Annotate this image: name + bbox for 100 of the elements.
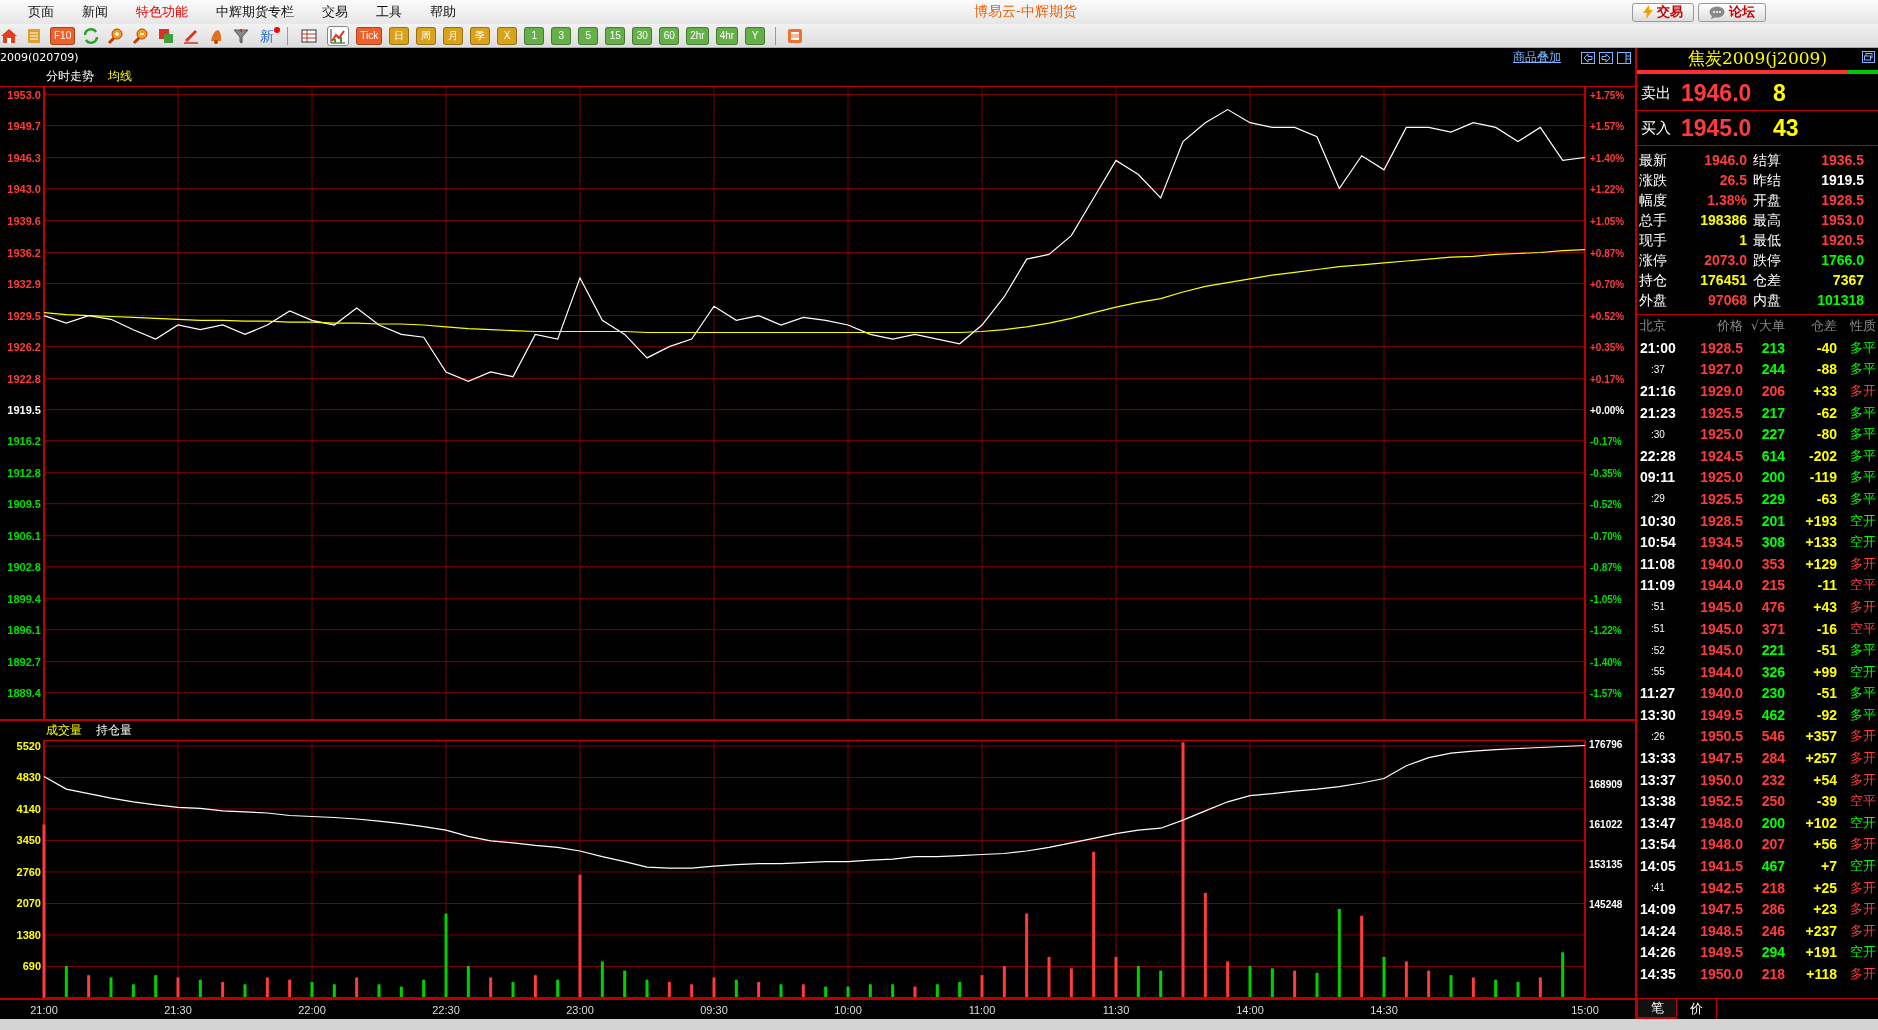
trade-time: 13:38 (1639, 793, 1677, 810)
time-label: 23:00 (566, 1004, 594, 1017)
period-button[interactable]: X (497, 26, 518, 45)
trade-time: 21:00 (1639, 339, 1677, 356)
axis-label: +1.22% (1590, 183, 1625, 195)
trade-volume: 206 (1760, 383, 1785, 399)
home-icon[interactable] (0, 26, 18, 45)
period-button[interactable]: 季 (470, 26, 491, 45)
trade-price: 1947.5 (1699, 901, 1743, 918)
trade-price: 1940.0 (1699, 685, 1743, 702)
volume-bar (87, 975, 91, 999)
volume-bar (980, 975, 984, 999)
axis-label: 2070 (16, 897, 41, 910)
trade-type: 多开 (1849, 921, 1876, 940)
position-change: +129 (1804, 555, 1837, 572)
trade-time: :30 (1650, 428, 1666, 440)
table-icon (300, 26, 319, 45)
period-button[interactable]: 4hr (715, 26, 739, 45)
trade-volume: 230 (1760, 685, 1785, 702)
volume-bar (1270, 968, 1274, 999)
period-button[interactable]: Tick (356, 26, 383, 45)
menu-item[interactable]: 工具 (362, 3, 416, 21)
volume-bar (221, 982, 225, 999)
axis-label: -0.35% (1590, 467, 1622, 479)
trade-time: 14:35 (1639, 966, 1677, 982)
lightning-icon (1643, 5, 1653, 19)
axis-label: -0.17% (1590, 435, 1622, 447)
axis-label: 1889.4 (7, 686, 41, 699)
header-button[interactable]: 交易 (1632, 2, 1694, 22)
volume-bar (310, 982, 314, 999)
position-change: -88 (1815, 361, 1837, 378)
stat-value: 1936.5 (1820, 151, 1865, 170)
stat-label: 仓差 (1753, 271, 1782, 290)
chat-icon (1709, 5, 1725, 19)
axis-label: 1926.2 (7, 340, 41, 353)
period-button[interactable]: 1 (524, 26, 545, 45)
period-button[interactable]: 30 (632, 26, 653, 45)
period-button[interactable]: 5 (578, 26, 599, 45)
trade-price: 1925.0 (1699, 469, 1743, 486)
panel-tab[interactable]: 笔 (1637, 999, 1677, 1019)
stat-value: 1 (1738, 231, 1748, 250)
right-arrow-icon[interactable] (1599, 52, 1613, 64)
menu-item[interactable]: 交易 (308, 3, 362, 21)
volume-bar (399, 986, 403, 999)
period-button[interactable]: Y (745, 26, 766, 45)
left-arrow-icon[interactable] (1581, 52, 1595, 64)
volume-bar (913, 986, 917, 999)
period-button[interactable]: 周 (416, 26, 437, 45)
menu-item[interactable]: 页面 (14, 3, 68, 21)
stat-value: 26.5 (1718, 171, 1748, 190)
trade-type: 空平 (1849, 619, 1876, 638)
menu-item[interactable]: 新闻 (68, 3, 122, 21)
period-button[interactable]: 60 (659, 26, 680, 45)
trade-volume: 215 (1760, 577, 1785, 594)
trade-time: 14:05 (1639, 858, 1677, 875)
trade-volume: 614 (1760, 447, 1785, 464)
trade-type: 多平 (1849, 468, 1876, 487)
window-icon[interactable] (786, 26, 805, 45)
position-change: -11 (1816, 577, 1837, 594)
period-button[interactable]: 日 (389, 26, 410, 45)
position-change: -51 (1815, 642, 1837, 659)
menu-item[interactable]: 特色功能 (122, 3, 202, 21)
trade-price: 1934.5 (1699, 534, 1743, 551)
view-button[interactable] (327, 25, 350, 46)
filter-icon[interactable] (232, 26, 251, 45)
zoom-in-icon[interactable] (107, 26, 126, 45)
zoom-out-icon[interactable] (132, 26, 151, 45)
axis-label: 690 (22, 960, 41, 973)
trade-volume: 218 (1760, 879, 1785, 896)
trade-time: 21:16 (1639, 383, 1677, 399)
stat-value: 101318 (1816, 291, 1865, 310)
menu-item[interactable]: 帮助 (416, 3, 470, 21)
windows-icon[interactable] (157, 26, 176, 45)
trade-volume: 284 (1760, 750, 1785, 767)
volume-bar (131, 984, 135, 999)
column-header: 价格 (1716, 317, 1743, 335)
trade-price: 1944.0 (1699, 663, 1743, 680)
period-button[interactable]: 2hr (686, 26, 709, 45)
stat-label: 涨跌 (1639, 171, 1668, 190)
trade-time: 21:23 (1639, 404, 1677, 421)
position-change: +133 (1804, 534, 1837, 551)
time-label: 14:00 (1236, 1004, 1264, 1017)
menu-item[interactable]: 中辉期货专栏 (202, 3, 308, 21)
layout-icon[interactable] (1617, 52, 1631, 64)
trade-price: 1945.0 (1699, 642, 1743, 659)
refresh-icon[interactable] (82, 26, 101, 45)
news-button[interactable]: 新 (257, 26, 278, 45)
stat-value: 198386 (1699, 211, 1748, 230)
overlay-link[interactable]: 商品叠加 (1513, 49, 1561, 67)
f10-button[interactable]: F10 (50, 26, 76, 45)
header-button[interactable]: 论坛 (1698, 2, 1766, 22)
position-change: -92 (1815, 706, 1837, 723)
period-button[interactable]: 月 (443, 26, 464, 45)
trade-volume: 286 (1760, 901, 1785, 918)
trade-type: 多平 (1849, 360, 1876, 379)
period-button[interactable]: 15 (605, 26, 626, 45)
restore-icon[interactable] (1862, 51, 1875, 63)
volume-bar (1449, 975, 1453, 999)
volume-bar (1069, 968, 1073, 999)
period-button[interactable]: 3 (551, 26, 572, 45)
